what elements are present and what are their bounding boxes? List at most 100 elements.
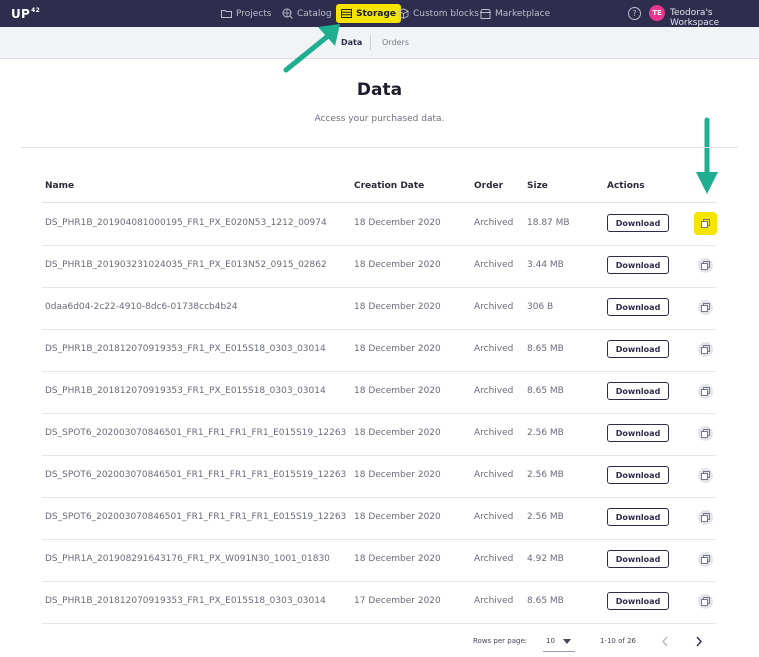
cell-name: DS_PHR1B_201812070919353_FR1_PX_E015S18_… bbox=[45, 344, 326, 354]
download-button[interactable]: Download bbox=[607, 592, 669, 610]
copy-icon bbox=[701, 555, 710, 564]
logo-text: UP bbox=[11, 7, 31, 21]
copy-icon bbox=[701, 471, 710, 480]
cell-name: DS_SPOT6_202003070846501_FR1_FR1_FR1_FR1… bbox=[45, 470, 347, 480]
copy-button[interactable] bbox=[698, 384, 713, 399]
help-icon[interactable]: ? bbox=[628, 7, 641, 20]
cell-name: DS_PHR1B_201812070919353_FR1_PX_E015S18_… bbox=[45, 386, 326, 396]
cell-name: DS_PHR1A_201908291643176_FR1_PX_W091N30_… bbox=[45, 554, 330, 564]
cell-order: Archived bbox=[474, 512, 514, 522]
copy-button[interactable] bbox=[698, 552, 713, 567]
nav-marketplace-label: Marketplace bbox=[495, 8, 551, 19]
cell-name: DS_PHR1B_201903231024035_FR1_PX_E013N52_… bbox=[45, 260, 327, 270]
nav-custom-blocks[interactable]: Custom blocks bbox=[398, 0, 479, 27]
copy-icon bbox=[701, 429, 710, 438]
column-header-actions: Actions bbox=[607, 181, 645, 191]
divider bbox=[21, 147, 738, 148]
cell-order: Archived bbox=[474, 596, 514, 606]
app-logo[interactable]: UP42 bbox=[11, 7, 40, 21]
download-button[interactable]: Download bbox=[607, 340, 669, 358]
annotation-arrow-copy bbox=[696, 117, 718, 194]
download-button[interactable]: Download bbox=[607, 424, 669, 442]
cell-name: DS_SPOT6_202003070846501_FR1_FR1_FR1_FR1… bbox=[45, 428, 347, 438]
download-button[interactable]: Download bbox=[607, 256, 669, 274]
copy-button[interactable] bbox=[698, 426, 713, 441]
cell-size: 8.65 MB bbox=[527, 344, 564, 354]
cell-creation-date: 18 December 2020 bbox=[354, 470, 441, 480]
cell-creation-date: 18 December 2020 bbox=[354, 302, 441, 312]
cell-size: 3.44 MB bbox=[527, 260, 564, 270]
nav-catalog-label: Catalog bbox=[297, 8, 332, 19]
nav-marketplace[interactable]: Marketplace bbox=[480, 0, 550, 27]
cell-name: 0daa6d04-2c22-4910-8dc6-01738ccb4b24 bbox=[45, 302, 238, 312]
copy-icon bbox=[701, 261, 710, 270]
chevron-right-icon[interactable] bbox=[695, 636, 703, 647]
cell-order: Archived bbox=[474, 218, 514, 228]
chevron-down-icon[interactable] bbox=[563, 639, 571, 644]
copy-icon bbox=[701, 513, 710, 522]
download-button[interactable]: Download bbox=[607, 508, 669, 526]
nav-projects[interactable]: Projects bbox=[221, 0, 271, 27]
chevron-left-icon[interactable] bbox=[661, 636, 669, 647]
copy-button[interactable] bbox=[698, 258, 713, 273]
download-button[interactable]: Download bbox=[607, 550, 669, 568]
copy-icon bbox=[701, 303, 710, 312]
cube-icon bbox=[398, 8, 409, 19]
download-button[interactable]: Download bbox=[607, 214, 669, 232]
cell-size: 306 B bbox=[527, 302, 554, 312]
pagination-range: 1-10 of 26 bbox=[600, 637, 636, 645]
download-button[interactable]: Download bbox=[607, 298, 669, 316]
column-header-creation-date: Creation Date bbox=[354, 181, 425, 191]
storage-icon bbox=[341, 9, 352, 18]
cell-creation-date: 18 December 2020 bbox=[354, 218, 441, 228]
copy-icon bbox=[701, 387, 710, 396]
avatar[interactable]: TE bbox=[649, 5, 665, 21]
cell-order: Archived bbox=[474, 302, 514, 312]
copy-button[interactable] bbox=[698, 594, 713, 609]
cell-creation-date: 18 December 2020 bbox=[354, 512, 441, 522]
table-row: DS_SPOT6_202003070846501_FR1_FR1_FR1_FR1… bbox=[42, 455, 716, 498]
tab-orders[interactable]: Orders bbox=[382, 38, 409, 47]
nav-storage-label: Storage bbox=[356, 8, 397, 19]
column-header-size: Size bbox=[527, 181, 548, 191]
cell-size: 2.56 MB bbox=[527, 512, 564, 522]
cell-creation-date: 18 December 2020 bbox=[354, 260, 441, 270]
select-underline bbox=[543, 651, 575, 652]
cell-order: Archived bbox=[474, 386, 514, 396]
folder-icon bbox=[221, 10, 232, 18]
column-header-order: Order bbox=[474, 181, 504, 191]
download-button[interactable]: Download bbox=[607, 466, 669, 484]
cell-name: DS_PHR1B_201812070919353_FR1_PX_E015S18_… bbox=[45, 596, 326, 606]
copy-button[interactable] bbox=[698, 468, 713, 483]
cell-creation-date: 18 December 2020 bbox=[354, 428, 441, 438]
logo-superscript: 42 bbox=[31, 7, 41, 14]
cell-order: Archived bbox=[474, 554, 514, 564]
table-row: DS_PHR1B_201812070919353_FR1_PX_E015S18_… bbox=[42, 329, 716, 372]
copy-button[interactable] bbox=[698, 510, 713, 525]
cell-size: 2.56 MB bbox=[527, 428, 564, 438]
page-title: Data bbox=[356, 80, 403, 100]
copy-button[interactable] bbox=[698, 342, 713, 357]
table-row: DS_SPOT6_202003070846501_FR1_FR1_FR1_FR1… bbox=[42, 497, 716, 540]
cell-creation-date: 18 December 2020 bbox=[354, 386, 441, 396]
copy-button[interactable] bbox=[698, 300, 713, 315]
table-row: DS_PHR1B_201812070919353_FR1_PX_E015S18_… bbox=[42, 371, 716, 414]
copy-icon bbox=[701, 597, 710, 606]
nav-custom-blocks-label: Custom blocks bbox=[413, 8, 479, 19]
table-row: DS_PHR1A_201908291643176_FR1_PX_W091N30_… bbox=[42, 539, 716, 582]
copy-button[interactable] bbox=[694, 212, 717, 235]
rows-per-page-select[interactable]: 10 bbox=[546, 637, 555, 645]
copy-icon bbox=[701, 345, 710, 354]
table-row: DS_PHR1B_201903231024035_FR1_PX_E013N52_… bbox=[42, 245, 716, 288]
sub-navigation: Data Orders bbox=[0, 27, 759, 59]
workspace-name[interactable]: Teodora's Workspace bbox=[670, 8, 759, 28]
table-row: DS_PHR1B_201904081000195_FR1_PX_E020N53_… bbox=[42, 203, 717, 246]
cell-creation-date: 18 December 2020 bbox=[354, 344, 441, 354]
rows-per-page-label: Rows per page: bbox=[473, 637, 528, 645]
cell-size: 18.87 MB bbox=[527, 218, 570, 228]
store-icon bbox=[480, 8, 491, 19]
tab-divider bbox=[370, 35, 371, 50]
download-button[interactable]: Download bbox=[607, 382, 669, 400]
table-row: DS_SPOT6_202003070846501_FR1_FR1_FR1_FR1… bbox=[42, 413, 716, 456]
column-header-name: Name bbox=[45, 181, 75, 191]
